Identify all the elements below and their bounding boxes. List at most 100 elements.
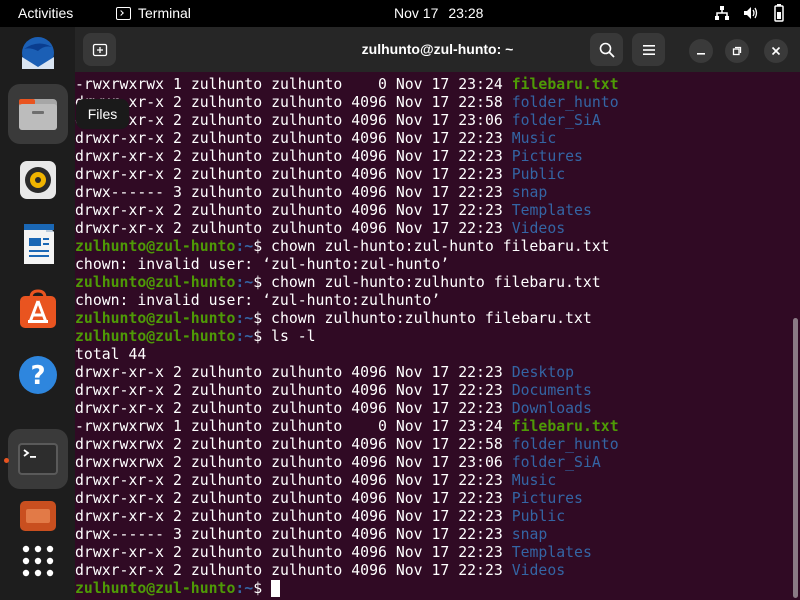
activities-button[interactable]: Activities [18,5,73,21]
file-size: 4096 [351,562,387,579]
dock-terminal[interactable] [8,429,68,489]
command-line: zulhunto@zul-hunto:~$ chown zulhunto:zul… [75,310,790,328]
prompt-user: zulhunto@zul-hunto [75,328,236,345]
permissions: drwxr-xr-x [75,544,165,561]
mtime: 22:23 [458,382,503,399]
month: Nov [395,166,423,183]
mtime: 22:23 [458,166,503,183]
file-name: snap [511,526,548,543]
prompt-path: :~ [235,580,254,597]
link-count: 2 [173,130,182,147]
day: 17 [431,400,450,417]
dock-thunderbird[interactable] [8,27,68,87]
owner: zulhunto [190,94,263,111]
output-line: total 44 [75,346,790,364]
link-count: 2 [173,490,182,507]
permissions: drwxr-xr-x [75,562,165,579]
group: zulhunto [271,148,343,165]
ls-entry: drwxr-xr-x 2 zulhunto zulhunto 4096 Nov … [75,94,790,112]
link-count: 2 [173,148,182,165]
file-name: filebaru.txt [511,418,619,435]
permissions: drwxr-xr-x [75,202,165,219]
scrollbar[interactable] [793,318,798,598]
app-menu[interactable]: Terminal [116,5,191,21]
month: Nov [395,544,423,561]
prompt-path: :~ [235,274,254,291]
day: 17 [431,382,450,399]
file-name: Templates [511,544,592,561]
day: 17 [431,364,450,381]
month: Nov [395,202,423,219]
day: 17 [431,436,450,453]
ls-entry: drwxr-xr-x 2 zulhunto zulhunto 4096 Nov … [75,130,790,148]
show-apps-button[interactable] [8,531,68,591]
link-count: 2 [173,436,182,453]
file-name: filebaru.txt [511,76,619,93]
prompt-symbol: $ [253,310,263,327]
file-name: folder_SiA [511,454,601,471]
ls-entry: drwx------ 3 zulhunto zulhunto 4096 Nov … [75,526,790,544]
dock-writer[interactable] [8,214,68,274]
permissions: drwxr-xr-x [75,400,165,417]
link-count: 2 [173,166,182,183]
group: zulhunto [271,94,343,111]
clock-time: 23:28 [448,5,484,21]
window-titlebar[interactable]: zulhunto@zul-hunto: ~ [75,27,800,72]
mtime: 22:23 [458,544,503,561]
clock[interactable]: Nov 17 23:28 [394,5,483,21]
dock-help[interactable]: ? [8,345,68,405]
prompt-symbol: $ [253,580,263,597]
close-button[interactable] [764,39,788,63]
search-button[interactable] [590,33,623,66]
ls-entry: drwxr-xr-x 2 zulhunto zulhunto 4096 Nov … [75,148,790,166]
mtime: 22:23 [458,184,503,201]
terminal-window[interactable]: zulhunto@zul-hunto: ~ -rwxrwxrwx 1 zulhu… [75,27,800,600]
file-name: Pictures [511,490,583,507]
link-count: 2 [173,94,182,111]
file-name: Public [511,508,566,525]
mtime: 22:23 [458,472,503,489]
day: 17 [431,202,450,219]
ls-entry: drwxr-xr-x 2 zulhunto zulhunto 4096 Nov … [75,220,790,238]
ls-entry: drwxr-xr-x 2 zulhunto zulhunto 4096 Nov … [75,364,790,382]
month: Nov [395,76,423,93]
owner: zulhunto [190,418,263,435]
terminal-output[interactable]: -rwxrwxrwx 1 zulhunto zulhunto 0 Nov 17 … [75,76,790,598]
day: 17 [431,76,450,93]
prompt-user: zulhunto@zul-hunto [75,580,236,597]
dock-app-partial[interactable] [8,495,68,531]
ls-entry: drwxr-xr-x 2 zulhunto zulhunto 4096 Nov … [75,508,790,526]
mtime: 22:23 [458,148,503,165]
owner: zulhunto [190,112,263,129]
dock-app-center[interactable] [8,280,68,340]
permissions: drwxr-xr-x [75,490,165,507]
owner: zulhunto [190,382,263,399]
permissions: drwxr-xr-x [75,148,165,165]
mtime: 23:24 [458,76,503,93]
permissions: drwx------ [75,526,165,543]
month: Nov [395,454,423,471]
month: Nov [395,148,423,165]
file-name: Pictures [511,148,583,165]
mtime: 22:23 [458,508,503,525]
battery-icon [774,4,784,22]
minimize-button[interactable] [689,39,713,63]
dock-files[interactable] [8,84,68,144]
link-count: 3 [173,184,182,201]
group: zulhunto [271,166,343,183]
file-size: 4096 [351,508,387,525]
maximize-button[interactable] [725,39,749,63]
month: Nov [395,130,423,147]
terminal-running-indicator [4,458,9,463]
mtime: 22:23 [458,130,503,147]
rhythmbox-icon [20,161,56,199]
month: Nov [395,364,423,381]
menu-button[interactable] [632,33,665,66]
dock-rhythmbox[interactable] [8,150,68,210]
group: zulhunto [271,220,343,237]
group: zulhunto [271,112,343,129]
system-tray[interactable] [714,4,786,22]
files-icon [19,99,57,130]
prompt-path: :~ [235,328,254,345]
file-name: folder_hunto [511,94,619,111]
